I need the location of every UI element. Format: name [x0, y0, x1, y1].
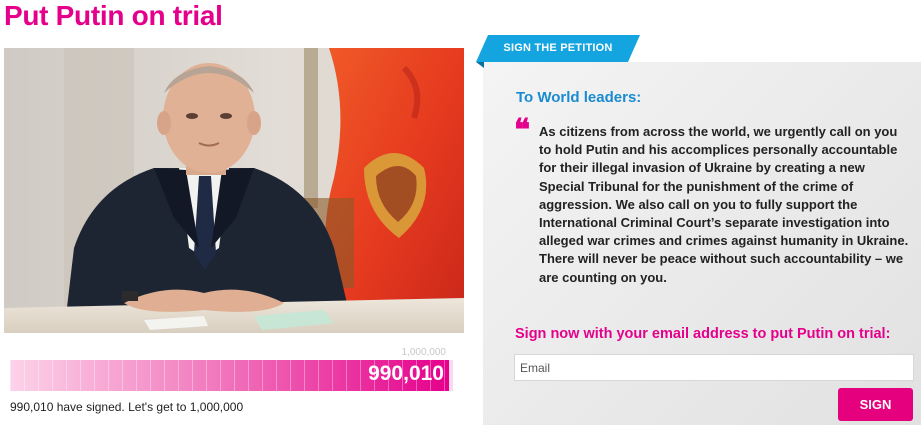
petition-addressee: To World leaders: [516, 89, 642, 106]
signature-count: 990,010 [368, 362, 444, 385]
sign-button[interactable]: SIGN [838, 388, 913, 421]
page-title: Put Putin on trial [4, 0, 223, 31]
quote-icon: ❝ [514, 113, 531, 148]
email-field[interactable] [514, 354, 914, 381]
sign-prompt: Sign now with your email address to put … [515, 326, 891, 342]
putin-photo [4, 48, 464, 333]
signature-progress-bar: 990,010 [10, 360, 453, 391]
tab-label: SIGN THE PETITION [503, 42, 613, 54]
signed-summary: 990,010 have signed. Let's get to 1,000,… [10, 400, 244, 414]
tab-fold [476, 62, 484, 68]
sign-petition-tab: SIGN THE PETITION [476, 35, 640, 62]
goal-label: 1,000,000 [401, 347, 447, 358]
petition-text: As citizens from across the world, we ur… [539, 124, 909, 285]
